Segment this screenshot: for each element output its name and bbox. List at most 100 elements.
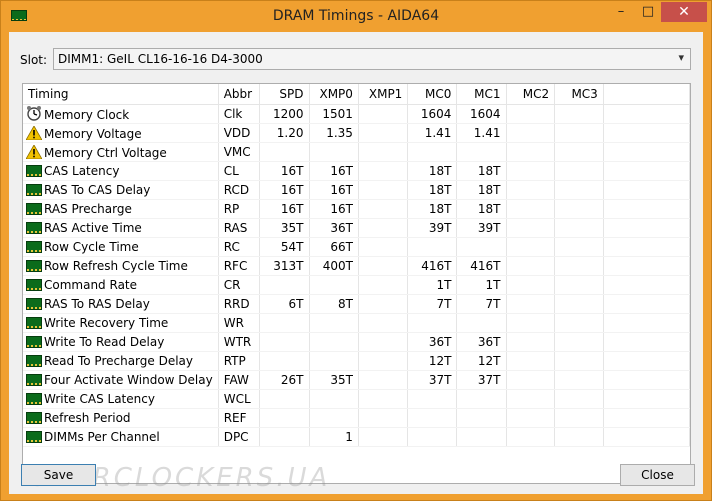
filler-cell <box>603 332 690 352</box>
mc3-cell <box>554 199 604 219</box>
filler-cell <box>603 370 690 390</box>
mc0-cell <box>407 142 458 162</box>
table-row[interactable]: Memory Ctrl Voltage VMC <box>23 142 690 162</box>
timing-name-cell: Write To Read Delay <box>23 332 219 352</box>
column-header-mc0[interactable]: MC0 <box>407 84 458 105</box>
table-row[interactable]: RAS To CAS Delay RCD 16T 16T 18T 18T <box>23 180 690 200</box>
column-header-mc2[interactable]: MC2 <box>506 84 556 105</box>
slot-dropdown[interactable]: DIMM1: GeIL CL16-16-16 D4-3000 ▾ <box>53 48 691 70</box>
timing-name-cell: RAS To RAS Delay <box>23 294 219 314</box>
column-header-mc3[interactable]: MC3 <box>554 84 604 105</box>
minimize-button[interactable]: – <box>607 2 635 22</box>
mc2-cell <box>506 313 556 333</box>
mc1-cell: 12T <box>456 351 507 371</box>
mc3-cell <box>554 142 604 162</box>
mc3-cell <box>554 256 604 276</box>
filler-cell <box>603 256 690 276</box>
table-row[interactable]: Refresh Period REF <box>23 408 690 428</box>
save-button[interactable]: Save <box>21 464 96 486</box>
table-row[interactable]: Write To Read Delay WTR 36T 36T <box>23 332 690 352</box>
mc0-cell: 18T <box>407 161 458 181</box>
table-row[interactable]: Write CAS Latency WCL <box>23 389 690 409</box>
mc2-cell <box>506 104 556 124</box>
mc3-cell <box>554 389 604 409</box>
mc2-cell <box>506 351 556 371</box>
timing-name-cell: RAS To CAS Delay <box>23 180 219 200</box>
filler-cell <box>603 237 690 257</box>
spd-cell <box>259 351 310 371</box>
title-bar[interactable]: DRAM Timings - AIDA64 – □ ✕ <box>1 1 711 31</box>
mc3-cell <box>554 275 604 295</box>
timing-name: DIMMs Per Channel <box>44 430 160 444</box>
window-close-button[interactable]: ✕ <box>661 2 707 22</box>
column-header-mc1[interactable]: MC1 <box>456 84 507 105</box>
spd-cell <box>259 142 310 162</box>
column-header-abbr[interactable]: Abbr <box>218 84 261 105</box>
ram-icon <box>26 260 42 272</box>
mc2-cell <box>506 237 556 257</box>
abbr-cell: RCD <box>218 180 261 200</box>
timing-name-cell: Write Recovery Time <box>23 313 219 333</box>
column-header-spd[interactable]: SPD <box>259 84 310 105</box>
timing-name-cell: Command Rate <box>23 275 219 295</box>
ram-icon <box>26 336 42 348</box>
filler-cell <box>603 123 690 143</box>
xmp0-cell <box>309 332 359 352</box>
mc3-cell <box>554 294 604 314</box>
timing-name: Memory Clock <box>44 108 130 122</box>
spd-cell: 35T <box>259 218 310 238</box>
table-row[interactable]: Memory Clock Clk 1200 1501 1604 1604 <box>23 104 690 124</box>
filler-cell <box>603 104 690 124</box>
table-row[interactable]: RAS Precharge RP 16T 16T 18T 18T <box>23 199 690 219</box>
mc2-cell <box>506 256 556 276</box>
ram-icon <box>26 431 42 443</box>
table-row[interactable]: Read To Precharge Delay RTP 12T 12T <box>23 351 690 371</box>
timing-name-cell: Row Cycle Time <box>23 237 219 257</box>
mc2-cell <box>506 332 556 352</box>
mc0-cell <box>407 408 458 428</box>
spd-cell: 16T <box>259 161 310 181</box>
table-row[interactable]: Four Activate Window Delay FAW 26T 35T 37T 37… <box>23 370 690 390</box>
close-button[interactable]: Close <box>620 464 695 486</box>
table-row[interactable]: RAS Active Time RAS 35T 36T 39T 39T <box>23 218 690 238</box>
mc1-cell: 1.41 <box>456 123 507 143</box>
table-row[interactable]: CAS Latency CL 16T 16T 18T 18T <box>23 161 690 181</box>
app-window: DRAM Timings - AIDA64 – □ ✕ Slot: DIMM1:… <box>0 0 712 501</box>
table-row[interactable]: Command Rate CR 1T 1T <box>23 275 690 295</box>
table-row[interactable]: Write Recovery Time WR <box>23 313 690 333</box>
table-row[interactable]: DIMMs Per Channel DPC 1 <box>23 427 690 447</box>
mc0-cell: 37T <box>407 370 458 390</box>
table-row[interactable]: RAS To RAS Delay RRD 6T 8T 7T 7T <box>23 294 690 314</box>
timing-name: RAS Precharge <box>44 202 132 216</box>
warning-icon <box>25 143 43 159</box>
abbr-cell: Clk <box>218 104 261 124</box>
mc0-cell <box>407 313 458 333</box>
mc3-cell <box>554 218 604 238</box>
spd-cell: 16T <box>259 199 310 219</box>
table-row[interactable]: Memory Voltage VDD 1.20 1.35 1.41 1.41 <box>23 123 690 143</box>
mc2-cell <box>506 161 556 181</box>
timing-name-cell: Memory Clock <box>23 104 219 124</box>
filler-cell <box>603 389 690 409</box>
table-row[interactable]: Row Refresh Cycle Time RFC 313T 400T 416T 416… <box>23 256 690 276</box>
timings-table[interactable]: Timing Abbr SPD XMP0 XMP1 MC0 MC1 MC2 MC… <box>22 83 691 484</box>
mc0-cell: 7T <box>407 294 458 314</box>
column-header-timing[interactable]: Timing <box>23 84 219 105</box>
mc0-cell: 36T <box>407 332 458 352</box>
mc2-cell <box>506 180 556 200</box>
timing-name-cell: Refresh Period <box>23 408 219 428</box>
filler-cell <box>603 199 690 219</box>
spd-cell <box>259 332 310 352</box>
column-header-xmp1[interactable]: XMP1 <box>358 84 409 105</box>
timing-name: Memory Ctrl Voltage <box>44 145 167 160</box>
column-header-filler <box>603 84 690 105</box>
xmp0-cell <box>309 389 359 409</box>
table-row[interactable]: Row Cycle Time RC 54T 66T <box>23 237 690 257</box>
timing-name: Refresh Period <box>44 411 131 425</box>
column-header-xmp0[interactable]: XMP0 <box>309 84 359 105</box>
filler-cell <box>603 218 690 238</box>
xmp1-cell <box>358 199 409 219</box>
mc1-cell <box>456 408 507 428</box>
xmp0-cell <box>309 313 359 333</box>
maximize-button[interactable]: □ <box>635 2 661 22</box>
